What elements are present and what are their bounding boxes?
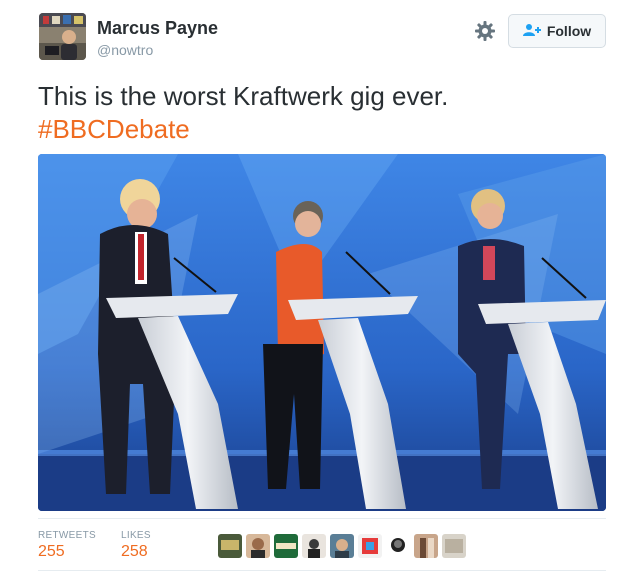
tweet-text: This is the worst Kraftwerk gig ever.: [38, 81, 449, 111]
liker-avatar[interactable]: [330, 534, 354, 558]
liker-avatar[interactable]: [358, 534, 382, 558]
author-avatar[interactable]: [39, 13, 86, 60]
tweet-photo[interactable]: [38, 154, 606, 511]
retweets-count[interactable]: 255: [38, 543, 65, 561]
liker-avatar[interactable]: [274, 534, 298, 558]
author-handle[interactable]: @nowtro: [97, 42, 153, 58]
follow-button[interactable]: Follow: [508, 14, 606, 48]
liker-avatar[interactable]: [246, 534, 270, 558]
hashtag-link[interactable]: #BBCDebate: [38, 113, 190, 146]
likes-label: LIKES: [121, 530, 151, 541]
liker-avatar[interactable]: [386, 534, 410, 558]
retweets-label: RETWEETS: [38, 530, 96, 541]
liker-avatar[interactable]: [442, 534, 466, 558]
gear-icon[interactable]: [474, 20, 496, 42]
likes-count[interactable]: 258: [121, 543, 148, 561]
liker-avatars: [218, 534, 466, 558]
follow-person-icon: [522, 23, 541, 40]
liker-avatar[interactable]: [218, 534, 242, 558]
liker-avatar[interactable]: [302, 534, 326, 558]
divider: [38, 518, 606, 519]
bottom-divider: [38, 570, 606, 571]
author-name[interactable]: Marcus Payne: [97, 18, 218, 39]
follow-label: Follow: [546, 23, 592, 39]
liker-avatar[interactable]: [414, 534, 438, 558]
